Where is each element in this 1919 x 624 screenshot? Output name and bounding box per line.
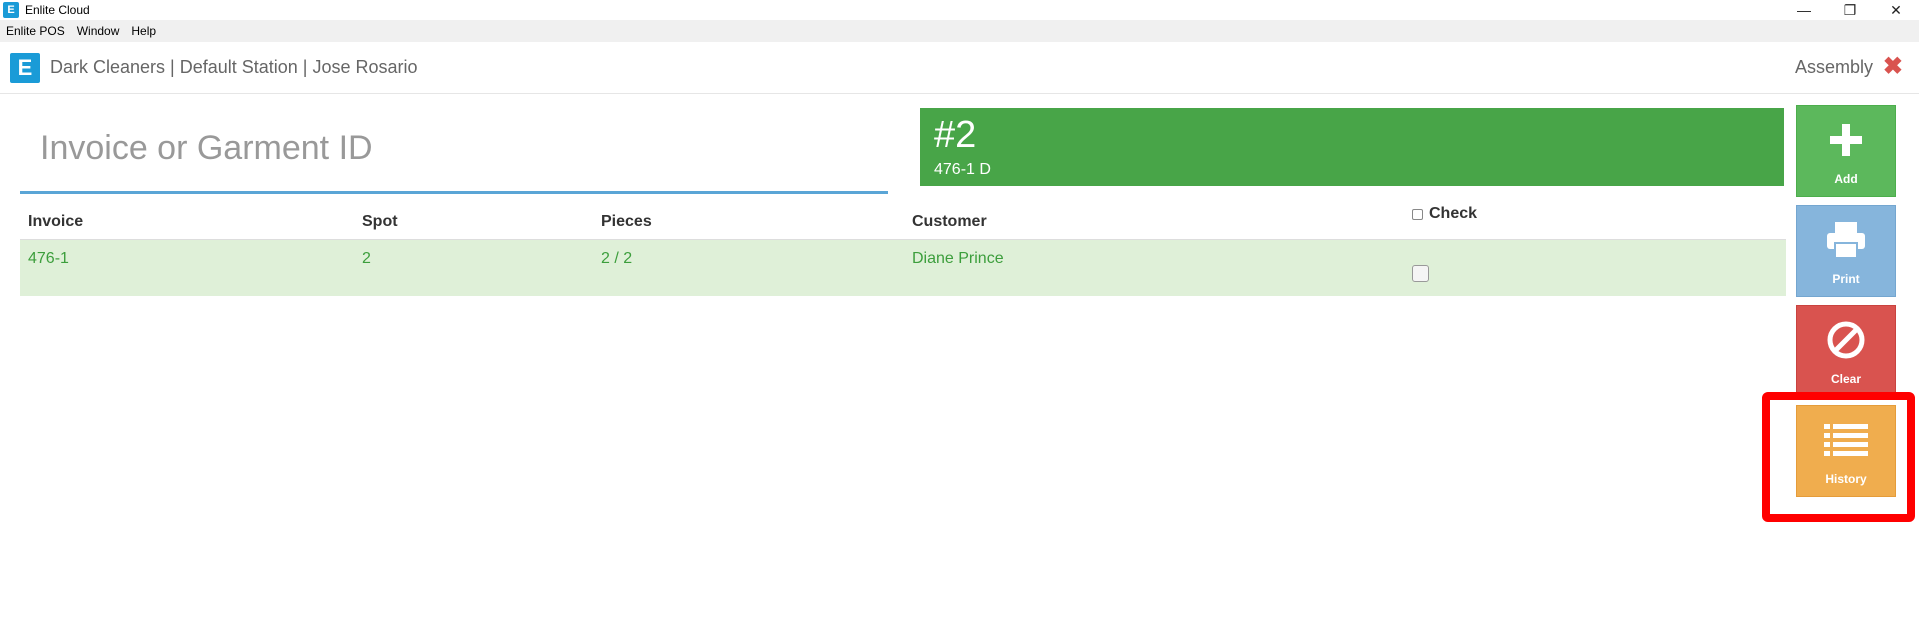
- station-context: Dark Cleaners | Default Station | Jose R…: [50, 57, 418, 77]
- invoice-garment-search-input[interactable]: [20, 108, 888, 188]
- add-button-label: Add: [1834, 172, 1858, 186]
- invoice-table: Invoice Spot Pieces Customer Check 476-1…: [20, 204, 1786, 296]
- menu-help[interactable]: Help: [131, 24, 156, 38]
- table-header: Invoice Spot Pieces Customer Check: [20, 204, 1786, 240]
- column-header-check: Check: [1412, 205, 1477, 223]
- column-header-pieces[interactable]: Pieces: [601, 213, 652, 231]
- close-icon[interactable]: ✖: [1883, 52, 1903, 81]
- app-header: E Dark Cleaners | Default Station | Jose…: [0, 42, 1919, 94]
- search-field-wrapper: [20, 108, 888, 194]
- row-spot: 2: [362, 250, 371, 267]
- minimize-button[interactable]: —: [1781, 0, 1827, 20]
- restore-button[interactable]: ❐: [1827, 0, 1873, 20]
- history-highlight-box: [1762, 392, 1915, 522]
- table-row[interactable]: 476-1 2 2 / 2 Diane Prince: [20, 240, 1786, 296]
- mode-label: Assembly: [1794, 57, 1873, 77]
- print-button[interactable]: Print: [1796, 205, 1896, 297]
- row-invoice: 476-1: [28, 250, 69, 267]
- invoice-status-subtitle: 476-1 D: [934, 161, 991, 178]
- column-header-spot[interactable]: Spot: [362, 213, 398, 231]
- window-title: Enlite Cloud: [25, 3, 90, 17]
- printer-icon: [1797, 216, 1895, 264]
- column-header-customer[interactable]: Customer: [912, 213, 987, 231]
- clear-button[interactable]: Clear: [1796, 305, 1896, 397]
- spot-number: #2: [934, 114, 977, 156]
- window-controls: — ❐ ✕: [1781, 0, 1919, 20]
- print-button-label: Print: [1832, 272, 1860, 286]
- enlite-icon: E: [3, 2, 19, 18]
- row-checkbox[interactable]: [1412, 265, 1429, 282]
- column-header-invoice[interactable]: Invoice: [28, 213, 83, 231]
- row-pieces: 2 / 2: [601, 250, 633, 267]
- menubar: Enlite POS Window Help: [0, 20, 1919, 42]
- add-button[interactable]: Add: [1796, 105, 1896, 197]
- enlite-logo-icon: E: [10, 52, 40, 83]
- window-titlebar: E Enlite Cloud — ❐ ✕: [0, 0, 1919, 20]
- row-customer: Diane Prince: [912, 250, 1004, 267]
- plus-icon: [1797, 116, 1895, 164]
- status-panel: #2 476-1 D: [920, 108, 1784, 186]
- menu-enlite-pos[interactable]: Enlite POS: [6, 24, 65, 38]
- menu-window[interactable]: Window: [77, 24, 120, 38]
- check-header-label: Check: [1429, 205, 1478, 222]
- select-all-checkbox[interactable]: [1412, 208, 1423, 220]
- clear-button-label: Clear: [1830, 372, 1862, 386]
- no-entry-icon: [1797, 316, 1895, 364]
- close-window-button[interactable]: ✕: [1873, 0, 1919, 20]
- row-check-cell: [1412, 250, 1429, 287]
